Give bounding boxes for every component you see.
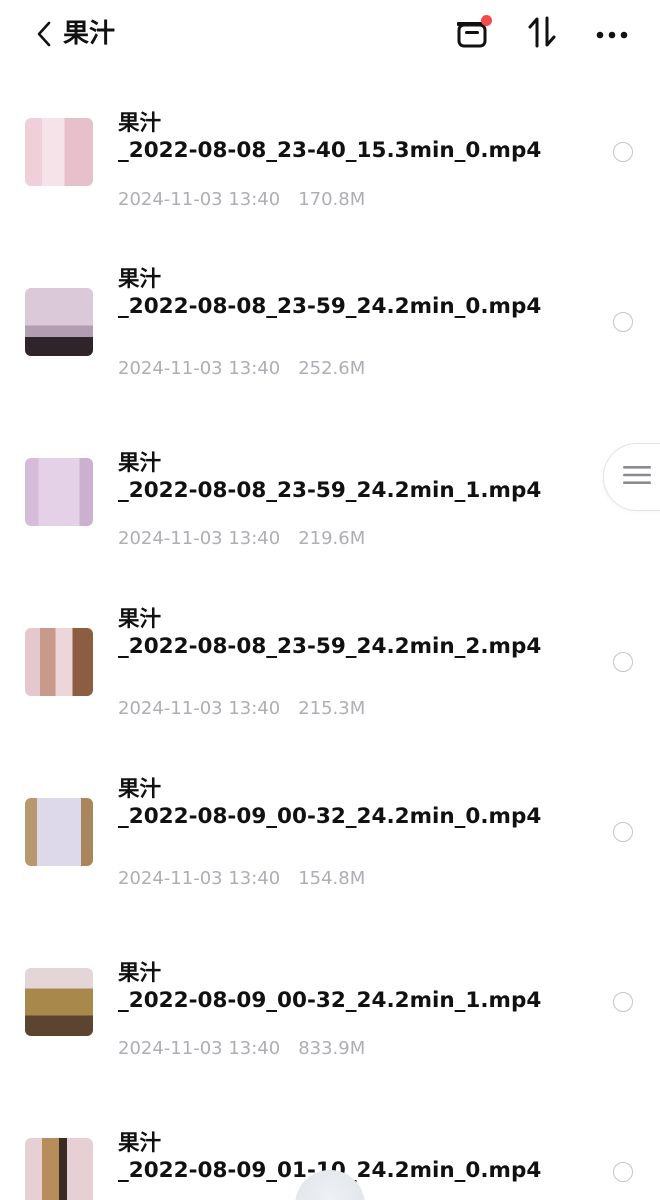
file-meta: 2024-11-03 13:40 252.6M bbox=[118, 357, 365, 381]
file-meta: 2024-11-03 13:40 219.6M bbox=[118, 527, 365, 551]
select-radio[interactable] bbox=[613, 992, 633, 1012]
file-size: 215.3M bbox=[298, 698, 366, 719]
page-title: 果汁 bbox=[63, 19, 116, 49]
file-name-prefix: 果汁 bbox=[118, 1131, 162, 1156]
file-name-body: _2022-08-09_00-32_24.2min_0.mp4 bbox=[118, 804, 542, 829]
file-name-body: _2022-08-08_23-59_24.2min_2.mp4 bbox=[118, 634, 542, 659]
file-meta: 2024-11-03 13:40 154.8M bbox=[118, 867, 365, 891]
file-meta: 2024-11-03 13:40 170.8M bbox=[118, 188, 365, 212]
floating-side-tab[interactable] bbox=[603, 443, 660, 511]
select-radio[interactable] bbox=[613, 1162, 633, 1182]
thumbnail-image bbox=[25, 458, 93, 526]
video-thumbnail bbox=[25, 458, 93, 526]
select-radio[interactable] bbox=[613, 822, 633, 842]
file-size: 833.9M bbox=[298, 1038, 366, 1059]
notification-badge bbox=[481, 15, 492, 26]
file-date: 2024-11-03 13:40 bbox=[118, 189, 281, 210]
file-date: 2024-11-03 13:40 bbox=[118, 358, 281, 379]
file-name-prefix: 果汁 bbox=[118, 451, 162, 476]
file-meta: 2024-11-03 13:40 833.9M bbox=[118, 1037, 365, 1061]
select-radio[interactable] bbox=[613, 312, 633, 332]
file-size: 219.6M bbox=[298, 528, 366, 549]
file-name: 果汁 _2022-08-09_00-32_24.2min_1.mp4 bbox=[118, 960, 558, 1014]
video-thumbnail bbox=[25, 288, 93, 356]
file-name: 果汁 _2022-08-08_23-59_24.2min_2.mp4 bbox=[118, 606, 558, 660]
thumbnail-image bbox=[25, 1138, 93, 1200]
file-name-body: _2022-08-08_23-40_15.3min_0.mp4 bbox=[118, 138, 542, 163]
file-name-body: _2022-08-09_00-32_24.2min_1.mp4 bbox=[118, 988, 542, 1013]
file-name-body: _2022-08-08_23-59_24.2min_0.mp4 bbox=[118, 294, 542, 319]
thumbnail-image bbox=[25, 968, 93, 1036]
sort-icon bbox=[527, 16, 557, 52]
back-button[interactable] bbox=[36, 14, 52, 54]
clipboard-button[interactable] bbox=[452, 14, 492, 54]
file-name-prefix: 果汁 bbox=[118, 777, 162, 802]
file-date: 2024-11-03 13:40 bbox=[118, 698, 281, 719]
thumbnail-image bbox=[25, 118, 93, 186]
chevron-left-icon bbox=[36, 21, 52, 47]
more-icon bbox=[595, 25, 629, 44]
top-bar: 果汁 bbox=[0, 0, 660, 70]
video-thumbnail bbox=[25, 1138, 93, 1200]
file-name: 果汁 _2022-08-08_23-59_24.2min_0.mp4 bbox=[118, 266, 558, 320]
file-date: 2024-11-03 13:40 bbox=[118, 528, 281, 549]
file-name: 果汁 _2022-08-08_23-40_15.3min_0.mp4 bbox=[118, 110, 558, 164]
select-radio[interactable] bbox=[613, 652, 633, 672]
video-thumbnail bbox=[25, 968, 93, 1036]
more-button[interactable] bbox=[592, 14, 632, 54]
thumbnail-image bbox=[25, 798, 93, 866]
video-thumbnail bbox=[25, 628, 93, 696]
file-size: 252.6M bbox=[298, 358, 366, 379]
file-meta: 2024-11-03 13:40 215.3M bbox=[118, 697, 365, 721]
file-size: 170.8M bbox=[298, 189, 366, 210]
file-name-prefix: 果汁 bbox=[118, 267, 162, 292]
sort-button[interactable] bbox=[522, 14, 562, 54]
video-thumbnail bbox=[25, 798, 93, 866]
file-name: 果汁 _2022-08-09_00-32_24.2min_0.mp4 bbox=[118, 776, 558, 830]
file-name: 果汁 _2022-08-08_23-59_24.2min_1.mp4 bbox=[118, 450, 558, 504]
video-thumbnail bbox=[25, 118, 93, 186]
file-name-prefix: 果汁 bbox=[118, 111, 162, 136]
file-date: 2024-11-03 13:40 bbox=[118, 868, 281, 889]
file-size: 154.8M bbox=[298, 868, 366, 889]
thumbnail-image bbox=[25, 288, 93, 356]
file-name-body: _2022-08-08_23-59_24.2min_1.mp4 bbox=[118, 478, 542, 503]
select-radio[interactable] bbox=[613, 142, 633, 162]
thumbnail-image bbox=[25, 628, 93, 696]
file-date: 2024-11-03 13:40 bbox=[118, 1038, 281, 1059]
menu-lines-icon bbox=[622, 463, 652, 491]
file-name-prefix: 果汁 bbox=[118, 961, 162, 986]
file-name-prefix: 果汁 bbox=[118, 607, 162, 632]
